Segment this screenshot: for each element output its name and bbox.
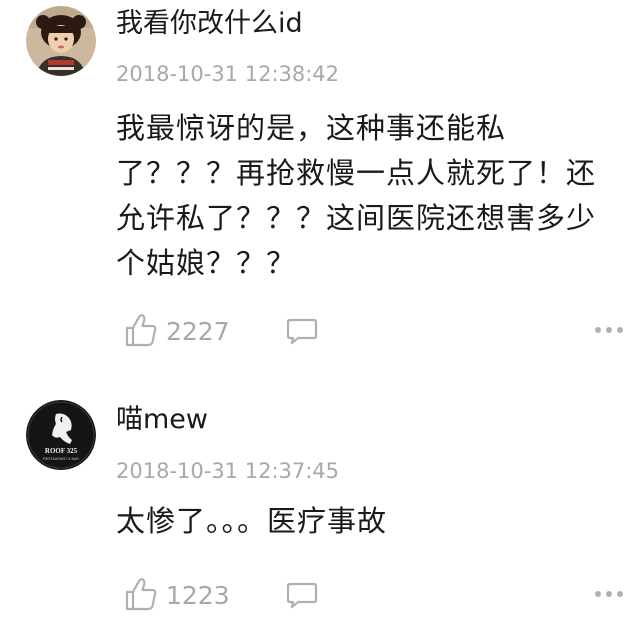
comment-text: 太惨了。。。医疗事故 xyxy=(116,504,388,538)
like-count: 1223 xyxy=(166,581,230,610)
thumbs-up-icon[interactable] xyxy=(124,312,158,348)
like-count: 2227 xyxy=(166,317,230,346)
user-avatar[interactable] xyxy=(26,6,96,76)
comment-bubble-icon[interactable] xyxy=(286,315,318,347)
comment-item: 我看你改什么id 2018-10-31 12:38:42 我最惊讶的是，这种事还… xyxy=(0,0,640,370)
comment-text: 我最惊讶的是，这种事还能私了？？？再抢救慢一点人就死了！还允许私了？？？这间医院… xyxy=(116,111,597,280)
restaurant-logo-avatar-icon: ROOF 325 RESTAURANT & BAR xyxy=(26,400,96,470)
comment-item: ROOF 325 RESTAURANT & BAR 喵mew 2018-10-3… xyxy=(0,380,640,617)
more-options-icon[interactable] xyxy=(594,589,624,599)
comment-bubble-icon[interactable] xyxy=(286,579,318,611)
username[interactable]: 喵mew xyxy=(116,403,208,437)
thumbs-up-icon[interactable] xyxy=(124,576,158,612)
avatar-logo-text: ROOF 325 xyxy=(45,447,78,455)
more-options-icon[interactable] xyxy=(594,325,624,335)
timestamp: 2018-10-31 12:37:45 xyxy=(116,459,340,483)
comment-action-bar: 2227 xyxy=(0,312,640,352)
comment-action-bar: 1223 xyxy=(0,576,640,616)
child-photo-avatar-icon xyxy=(26,6,96,76)
timestamp: 2018-10-31 12:38:42 xyxy=(116,62,340,86)
username[interactable]: 我看你改什么id xyxy=(116,7,303,41)
avatar-logo-subtext: RESTAURANT & BAR xyxy=(43,457,79,461)
user-avatar[interactable]: ROOF 325 RESTAURANT & BAR xyxy=(26,400,96,470)
